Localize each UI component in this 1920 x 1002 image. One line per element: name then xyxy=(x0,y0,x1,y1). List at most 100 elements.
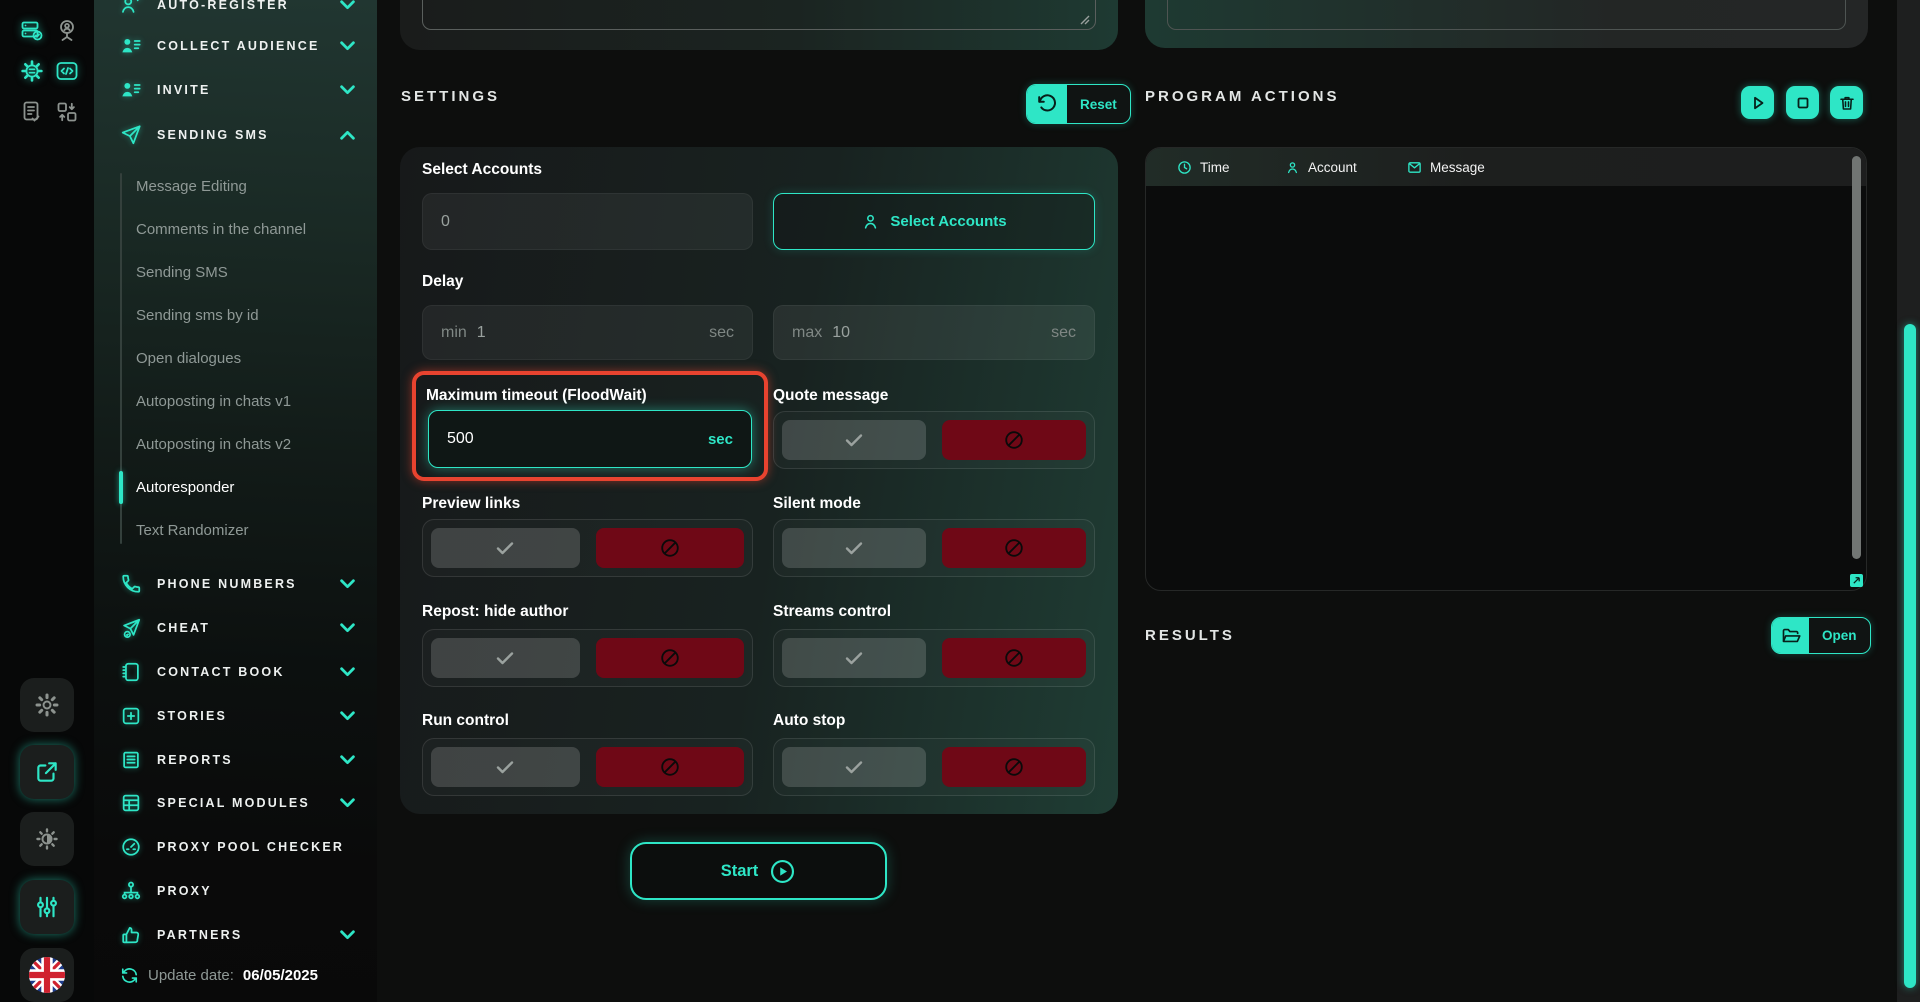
report-icon xyxy=(120,749,142,771)
send-check-icon xyxy=(120,617,142,639)
table-header-row: Time Account Message xyxy=(1146,148,1866,186)
submenu-item-message-editing[interactable]: Message Editing xyxy=(94,165,377,208)
trash-icon xyxy=(1838,94,1856,112)
rotate-ccw-icon xyxy=(1027,85,1067,123)
sidebar-nav: AUTO-REGISTER COLLECT AUDIENCE INVITE SE… xyxy=(94,0,377,1002)
submenu-item-sending-sms[interactable]: Sending SMS xyxy=(94,251,377,294)
sidebar-item-special-modules[interactable]: SPECIAL MODULES xyxy=(94,783,377,823)
sidebar-item-partners[interactable]: PARTNERS xyxy=(94,915,377,955)
external-link-button[interactable] xyxy=(20,745,74,799)
chevron-down-icon xyxy=(340,930,355,940)
sync-icon[interactable] xyxy=(120,966,139,985)
person-icon xyxy=(861,212,880,231)
chevron-down-icon xyxy=(340,798,355,808)
page-scrollbar-thumb[interactable] xyxy=(1904,324,1916,988)
chevron-down-icon xyxy=(340,0,355,10)
stop-actions-button[interactable] xyxy=(1786,86,1819,119)
sidebar-item-contact-book[interactable]: CONTACT BOOK xyxy=(94,652,377,692)
start-button[interactable]: Start xyxy=(630,842,887,900)
delay-min-input[interactable]: min 1 sec xyxy=(422,305,753,360)
sidebar-item-sending-sms[interactable]: SENDING SMS xyxy=(94,115,377,155)
toggle-silent-mode xyxy=(773,519,1095,577)
toggle-enable-button[interactable] xyxy=(782,638,926,678)
person-icon xyxy=(1285,160,1300,175)
sidebar-item-reports[interactable]: REPORTS xyxy=(94,740,377,780)
preferences-sliders-button[interactable] xyxy=(20,880,74,934)
update-date-label: Update date: xyxy=(148,967,234,984)
app-window: AUTO-REGISTER COLLECT AUDIENCE INVITE SE… xyxy=(0,0,1920,1002)
floodwait-label: Maximum timeout (FloodWait) xyxy=(426,387,647,405)
preview-links-label: Preview links xyxy=(422,495,520,513)
toggle-disable-button[interactable] xyxy=(942,528,1086,568)
sidebar-item-phone-numbers[interactable]: PHONE NUMBERS xyxy=(94,564,377,604)
settings-gear-button[interactable] xyxy=(20,678,74,732)
toggle-enable-button[interactable] xyxy=(782,747,926,787)
submenu-item-autoposting-v2[interactable]: Autoposting in chats v2 xyxy=(94,423,377,466)
sidebar-item-proxy[interactable]: PROXY xyxy=(94,871,377,911)
accounts-count-input[interactable]: 0 xyxy=(422,193,753,250)
play-icon xyxy=(1749,94,1767,112)
chevron-down-icon xyxy=(340,85,355,95)
clear-actions-button[interactable] xyxy=(1830,86,1863,119)
toggle-disable-button[interactable] xyxy=(596,638,745,678)
icon-rail xyxy=(0,0,94,1002)
toggle-disable-button[interactable] xyxy=(942,747,1086,787)
sidebar-item-auto-register[interactable]: AUTO-REGISTER xyxy=(94,0,377,25)
toggle-enable-button[interactable] xyxy=(782,420,926,460)
module-table-icon xyxy=(120,792,142,814)
resize-grip-icon[interactable] xyxy=(1078,13,1090,25)
account-manager-icon[interactable] xyxy=(55,19,79,43)
toggle-run-control xyxy=(422,738,753,796)
chevron-up-icon xyxy=(340,130,355,140)
table-resize-handle[interactable] xyxy=(1850,574,1863,587)
submenu-item-text-randomizer[interactable]: Text Randomizer xyxy=(94,509,377,552)
submenu-item-open-dialogues[interactable]: Open dialogues xyxy=(94,337,377,380)
message-card-cut xyxy=(400,0,1118,50)
delay-max-input[interactable]: max 10 sec xyxy=(773,305,1095,360)
network-icon xyxy=(120,880,142,902)
toggle-disable-button[interactable] xyxy=(942,638,1086,678)
sending-sms-submenu: Message Editing Comments in the channel … xyxy=(94,165,377,552)
program-actions-table: Time Account Message xyxy=(1145,147,1867,591)
sidebar-item-stories[interactable]: STORIES xyxy=(94,696,377,736)
gear-modules-icon[interactable] xyxy=(20,59,44,83)
uk-flag-icon xyxy=(28,956,66,994)
toggle-enable-button[interactable] xyxy=(431,747,580,787)
toggle-enable-button[interactable] xyxy=(782,528,926,568)
toggle-disable-button[interactable] xyxy=(596,747,745,787)
table-scrollbar-thumb[interactable] xyxy=(1852,156,1861,559)
stop-icon xyxy=(1794,94,1812,112)
submenu-item-autoresponder-active[interactable]: Autoresponder xyxy=(94,466,377,509)
chevron-down-icon xyxy=(340,711,355,721)
notebook-icon xyxy=(120,661,142,683)
toggle-enable-button[interactable] xyxy=(431,638,580,678)
main-content: SETTINGS Reset Select Accounts 0 Select … xyxy=(377,0,1920,1002)
toggle-disable-button[interactable] xyxy=(942,420,1086,460)
theme-brightness-button[interactable] xyxy=(20,812,74,866)
message-textarea[interactable] xyxy=(422,0,1096,30)
sidebar-item-proxy-pool-checker[interactable]: PROXY POOL CHECKER xyxy=(94,827,377,867)
sidebar-item-cheat[interactable]: CHEAT xyxy=(94,608,377,648)
submenu-item-autoposting-v1[interactable]: Autoposting in chats v1 xyxy=(94,380,377,423)
floodwait-input[interactable]: 500 sec xyxy=(428,410,752,468)
sidebar-item-collect-audience[interactable]: COLLECT AUDIENCE xyxy=(94,26,377,66)
submenu-item-comments-in-the-channel[interactable]: Comments in the channel xyxy=(94,208,377,251)
submenu-item-sending-sms-by-id[interactable]: Sending sms by id xyxy=(94,294,377,337)
auto-stop-label: Auto stop xyxy=(773,712,845,730)
license-doc-icon[interactable] xyxy=(20,100,44,124)
envelope-icon xyxy=(1407,160,1422,175)
sidebar-item-invite[interactable]: INVITE xyxy=(94,70,377,110)
actions-textarea[interactable] xyxy=(1167,0,1846,30)
toggle-enable-button[interactable] xyxy=(431,528,580,568)
server-status-icon[interactable] xyxy=(20,19,44,43)
toggle-quote-message xyxy=(773,411,1095,469)
open-results-button[interactable]: Open xyxy=(1771,617,1871,654)
reset-button[interactable]: Reset xyxy=(1026,84,1131,124)
code-window-icon[interactable] xyxy=(55,59,79,83)
open-label: Open xyxy=(1809,618,1870,653)
select-accounts-button[interactable]: Select Accounts xyxy=(773,193,1095,250)
toggle-disable-button[interactable] xyxy=(596,528,745,568)
language-flag-button[interactable] xyxy=(20,948,74,1002)
swap-tasks-icon[interactable] xyxy=(55,100,79,124)
run-actions-button[interactable] xyxy=(1741,86,1774,119)
